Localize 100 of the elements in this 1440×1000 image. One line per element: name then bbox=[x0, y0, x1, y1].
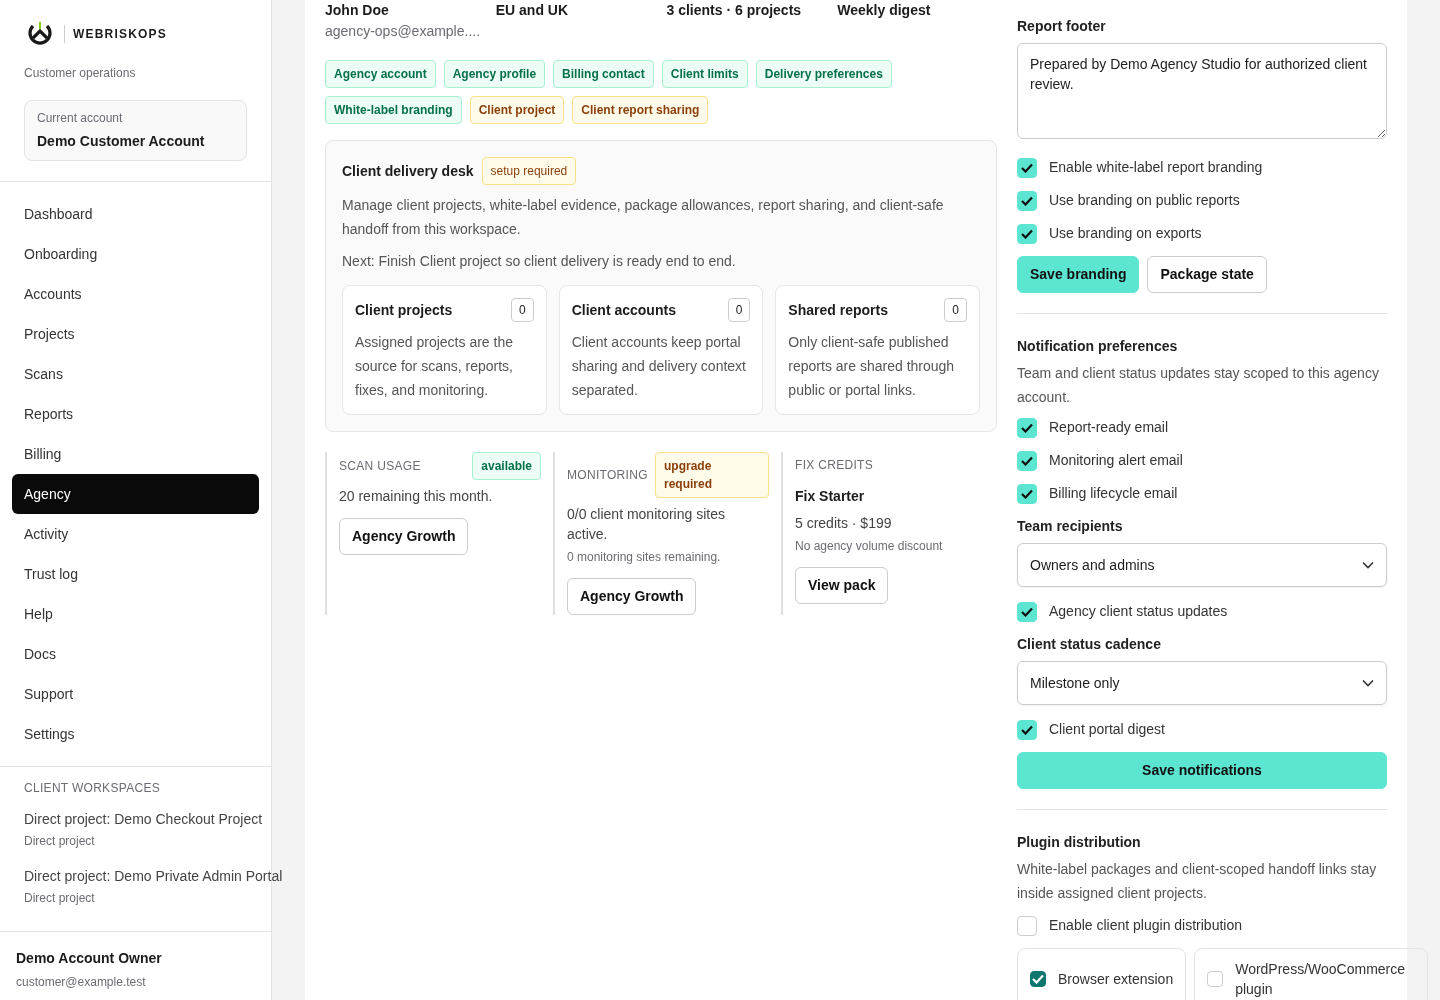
nav-item[interactable]: Help bbox=[12, 594, 259, 634]
select-value: Owners and admins bbox=[1030, 555, 1155, 575]
field-label: Team recipients bbox=[1017, 517, 1124, 536]
section-description: Team and client status updates stay scoped to this agency account. bbox=[1017, 364, 1380, 407]
section-description: White-label packages and client-scoped handoff links stay inside assigned client projects. bbox=[1017, 860, 1378, 903]
user-name: Demo Account Owner bbox=[16, 949, 163, 968]
nav-item[interactable]: Dashboard bbox=[12, 194, 259, 234]
nav-item[interactable]: Accounts bbox=[12, 274, 259, 314]
nav-item[interactable]: Billing bbox=[12, 434, 259, 474]
nav-item[interactable]: Agency bbox=[12, 474, 259, 514]
option-label: Browser extension bbox=[1058, 970, 1174, 989]
usage-text: 0/0 client monitoring sites active. bbox=[567, 505, 726, 544]
account-label: Current account bbox=[37, 110, 124, 127]
card-text: Assigned projects are the source for scans, reports, fixes, and monitoring. bbox=[355, 333, 514, 400]
checkbox-label: Monitoring alert email bbox=[1049, 451, 1183, 470]
checkbox-label: Use branding on public reports bbox=[1049, 191, 1240, 210]
section-heading: CLIENT WORKSPACES bbox=[24, 780, 162, 797]
plan-button[interactable]: Agency Growth bbox=[567, 578, 697, 615]
checkmark-icon bbox=[1021, 606, 1033, 617]
checkbox-label: Billing lifecycle email bbox=[1049, 484, 1178, 503]
account-name: Demo Customer Account bbox=[37, 132, 206, 151]
status-tag: Client limits bbox=[661, 60, 748, 88]
count-badge: 0 bbox=[727, 298, 751, 322]
checkbox[interactable] bbox=[1030, 971, 1046, 987]
checkbox-label: Report-ready email bbox=[1049, 418, 1169, 437]
checkmark-icon bbox=[1021, 488, 1033, 499]
count-badge: 0 bbox=[944, 298, 967, 322]
nav-item[interactable]: Docs bbox=[12, 634, 259, 674]
summary-value: John Doe bbox=[325, 1, 390, 20]
workspace-link[interactable]: Direct project: Demo Private Admin Portal bbox=[24, 866, 283, 887]
next-step-text: Next: Finish Client project so client delivery is ready end to end. bbox=[342, 252, 737, 271]
checkmark-icon bbox=[1021, 195, 1033, 206]
status-tag: Client project bbox=[469, 96, 565, 124]
select-value: Milestone only bbox=[1030, 673, 1120, 693]
option-card[interactable]: WordPress/WooCommerce plugin bbox=[1194, 948, 1429, 1000]
usage-note: 0 monitoring sites remaining. bbox=[567, 549, 722, 566]
select-field[interactable]: Milestone only bbox=[1017, 661, 1387, 705]
summary-value: Weekly digest bbox=[837, 1, 932, 20]
workspace-type: Direct project bbox=[24, 833, 96, 850]
nav-item[interactable]: Onboarding bbox=[12, 234, 259, 274]
checkbox-label: Use branding on exports bbox=[1049, 224, 1202, 243]
checkmark-icon bbox=[1021, 162, 1033, 173]
checkbox-label: Enable white-label report branding bbox=[1049, 158, 1263, 177]
usage-text: 20 remaining this month. bbox=[339, 487, 494, 506]
desk-title: Client delivery desk bbox=[342, 161, 474, 181]
checkbox-label: Agency client status updates bbox=[1049, 602, 1228, 621]
section-title: Plugin distribution bbox=[1017, 833, 1142, 852]
option-card[interactable]: Browser extension bbox=[1017, 948, 1187, 1000]
section-title: Notification preferences bbox=[1017, 337, 1179, 356]
usage-note: No agency volume discount bbox=[795, 538, 944, 555]
nav-item[interactable]: Trust log bbox=[12, 554, 259, 594]
status-badge: available bbox=[472, 452, 541, 480]
save-button[interactable]: Save notifications bbox=[1017, 752, 1387, 789]
desk-description: Manage client projects, white-label evidence, package allowances, report sharing, and client-safe handoff from this workspace. bbox=[342, 196, 945, 239]
checkmark-icon bbox=[1032, 974, 1044, 984]
brand-subtitle: Customer operations bbox=[23, 65, 137, 82]
summary-detail: agency-ops@example.... bbox=[325, 22, 482, 41]
count-badge: 0 bbox=[511, 298, 534, 322]
option-label: WordPress/WooCommerce plugin bbox=[1235, 960, 1407, 999]
field-label: Report footer bbox=[1017, 17, 1107, 36]
nav-item[interactable]: Scans bbox=[12, 354, 259, 394]
status-badge: setup required bbox=[481, 157, 577, 185]
footer-textarea[interactable]: Prepared by Demo Agency Studio for authorized client review. bbox=[1017, 43, 1387, 139]
field-label: Client status cadence bbox=[1017, 635, 1162, 654]
usage-heading: SCAN USAGE bbox=[339, 458, 421, 475]
logo-icon bbox=[26, 22, 54, 46]
nav-item[interactable]: Support bbox=[12, 674, 259, 714]
package-button[interactable]: Package state bbox=[1147, 256, 1267, 293]
card-text: Only client-safe published reports are shared through public or portal links. bbox=[788, 333, 956, 400]
checkmark-icon bbox=[1021, 455, 1033, 466]
card-title: Client accounts bbox=[571, 300, 676, 320]
nav-item[interactable]: Activity bbox=[12, 514, 259, 554]
plan-button[interactable]: View pack bbox=[795, 567, 889, 604]
checkmark-icon bbox=[1021, 228, 1033, 239]
status-badge: upgrade required bbox=[655, 452, 769, 498]
workspace-type: Direct project bbox=[24, 890, 96, 907]
status-tag: Agency profile bbox=[443, 60, 546, 88]
status-tag: Client report sharing bbox=[572, 96, 709, 124]
nav-item[interactable]: Settings bbox=[12, 714, 259, 754]
checkbox-label: Enable client plugin distribution bbox=[1049, 916, 1242, 935]
nav-item[interactable]: Projects bbox=[12, 314, 259, 354]
plan-button[interactable]: Agency Growth bbox=[339, 518, 469, 555]
usage-heading: FIX CREDITS bbox=[795, 457, 873, 474]
status-tag: White-label branding bbox=[325, 96, 462, 124]
save-button[interactable]: Save branding bbox=[1017, 256, 1140, 293]
user-email: customer@example.test bbox=[16, 974, 147, 991]
card-title: Client projects bbox=[355, 300, 453, 320]
plan-title: Fix Starter bbox=[795, 487, 866, 506]
summary-value: 3 clients · 6 projects bbox=[666, 1, 803, 20]
usage-text: 5 credits · $199 bbox=[795, 514, 893, 533]
checkmark-icon bbox=[1021, 724, 1033, 735]
checkbox-label: Client portal digest bbox=[1049, 720, 1165, 739]
brand-name: WEBRISKOPS bbox=[64, 25, 167, 43]
workspace-link[interactable]: Direct project: Demo Checkout Project bbox=[24, 809, 263, 830]
select-field[interactable]: Owners and admins bbox=[1017, 543, 1387, 587]
chevron-icon bbox=[1362, 561, 1374, 569]
checkmark-icon bbox=[1021, 422, 1033, 433]
status-tag: Agency account bbox=[325, 60, 436, 88]
nav-item[interactable]: Reports bbox=[12, 394, 259, 434]
status-tag: Billing contact bbox=[553, 60, 654, 88]
